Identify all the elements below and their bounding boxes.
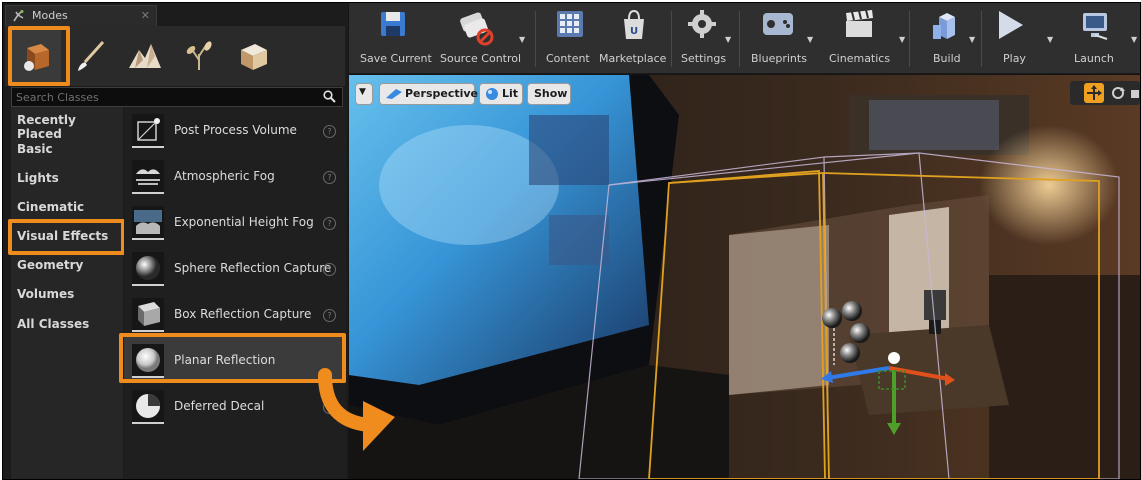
unreal-editor-window: Modes ✕ Search Classes Recently Placed B… [2, 2, 1141, 480]
callout-arrow-icon [318, 368, 395, 451]
